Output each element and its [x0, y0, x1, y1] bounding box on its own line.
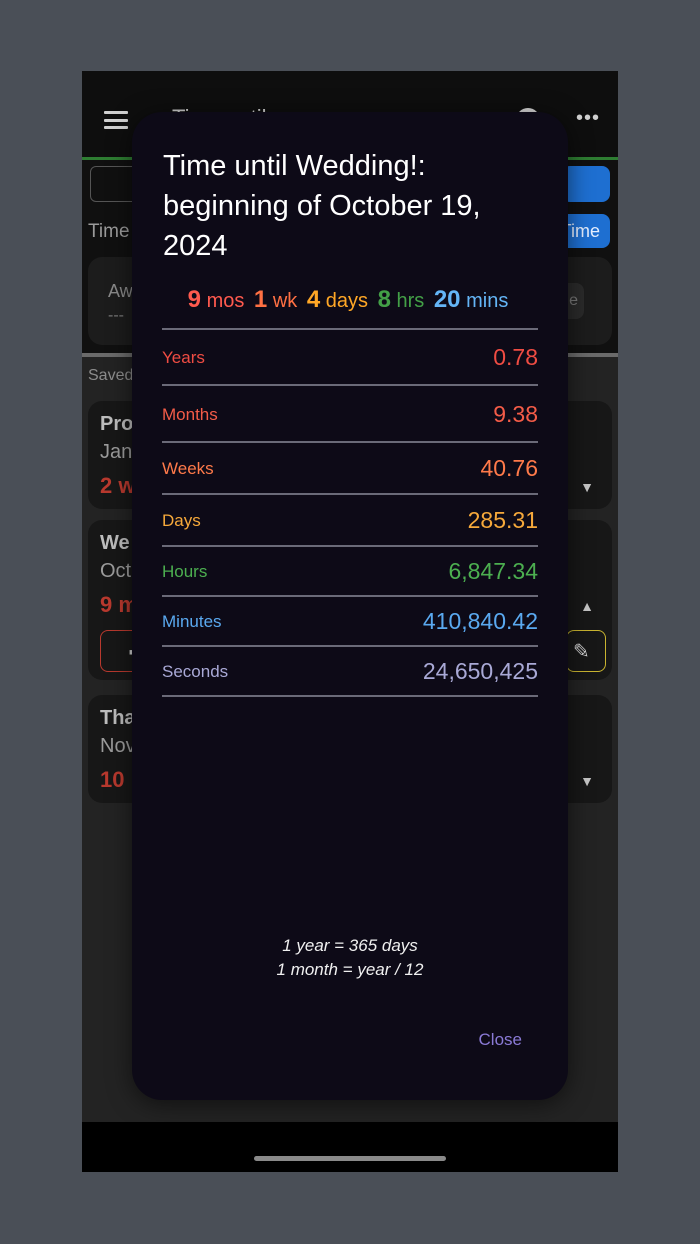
- summary-number: 8: [377, 286, 391, 313]
- home-indicator[interactable]: [254, 1156, 446, 1161]
- countdown-summary: 9 mos 1 wk 4 days 8 hrs 20 mins: [132, 286, 568, 314]
- unit-value: 24,650,425: [422, 658, 538, 684]
- unit-row: Seconds 24,650,425: [162, 645, 538, 695]
- card-date: Nov: [100, 735, 136, 757]
- unit-value: 9.38: [493, 401, 538, 427]
- summary-unit: days: [320, 290, 374, 312]
- unit-row: Hours 6,847.34: [162, 545, 538, 595]
- preview-placeholder: ---: [108, 307, 124, 324]
- unit-row: Months 9.38: [162, 384, 538, 441]
- summary-unit: mins: [460, 290, 509, 312]
- countdown-details-dialog: Time until Wedding!: beginning of Octobe…: [132, 112, 568, 1100]
- edit-button[interactable]: ✎: [566, 630, 606, 672]
- card-countdown: 2 w: [100, 473, 136, 498]
- unit-value: 285.31: [467, 507, 538, 533]
- unit-label: Weeks: [162, 459, 214, 478]
- unit-row: Days 285.31: [162, 493, 538, 545]
- summary-unit: hrs: [390, 290, 430, 312]
- summary-number: 9: [187, 286, 202, 313]
- card-name: Tha: [100, 707, 136, 729]
- more-options-icon[interactable]: •••: [576, 107, 600, 130]
- unit-label: Seconds: [162, 662, 229, 681]
- dialog-title: Time until Wedding!: beginning of Octobe…: [163, 150, 481, 262]
- close-button[interactable]: Close: [479, 1030, 522, 1050]
- card-date: Jan: [100, 441, 133, 463]
- home-indicator-bar: [82, 1122, 618, 1172]
- units-table: Years 0.78 Months 9.38 Weeks 40.76 Days 285.31 H…: [162, 328, 538, 697]
- card-date: Oct: [100, 560, 132, 582]
- unit-value: 410,840.42: [422, 608, 538, 634]
- unit-value: 40.76: [480, 455, 538, 481]
- summary-unit: mos: [201, 290, 250, 312]
- unit-label: Days: [162, 511, 201, 530]
- unit-row: Minutes 410,840.42: [162, 595, 538, 645]
- table-bottom-rule: [162, 695, 538, 697]
- date-button[interactable]: [562, 166, 610, 202]
- preview-label: Aw: [108, 281, 133, 301]
- summary-number: 20: [433, 286, 461, 313]
- unit-row: Weeks 40.76: [162, 441, 538, 493]
- unit-value: 0.78: [493, 344, 538, 370]
- summary-number: 4: [306, 286, 321, 313]
- footnote: 1 year = 365 days 1 month = year / 12: [132, 934, 568, 982]
- chevron-up-icon[interactable]: ▲: [580, 598, 594, 614]
- saved-header: Saved: [88, 367, 134, 384]
- footnote-year: 1 year = 365 days: [282, 936, 418, 955]
- card-name: Pro: [100, 413, 134, 435]
- card-name: We: [100, 532, 130, 554]
- chevron-down-icon[interactable]: ▼: [580, 479, 594, 495]
- unit-label: Months: [162, 405, 218, 424]
- unit-label: Minutes: [162, 612, 222, 631]
- pencil-icon: ✎: [573, 641, 590, 663]
- unit-value: 6,847.34: [448, 558, 538, 584]
- unit-label: Years: [162, 348, 205, 367]
- summary-unit: wk: [267, 290, 303, 312]
- card-countdown: 10: [100, 767, 125, 792]
- time-label: Time: [88, 221, 130, 242]
- menu-icon[interactable]: [104, 111, 128, 129]
- chevron-down-icon[interactable]: ▼: [580, 773, 594, 789]
- summary-number: 1: [253, 286, 268, 313]
- unit-label: Hours: [162, 562, 208, 581]
- footnote-month: 1 month = year / 12: [276, 960, 424, 979]
- unit-row: Years 0.78: [162, 328, 538, 384]
